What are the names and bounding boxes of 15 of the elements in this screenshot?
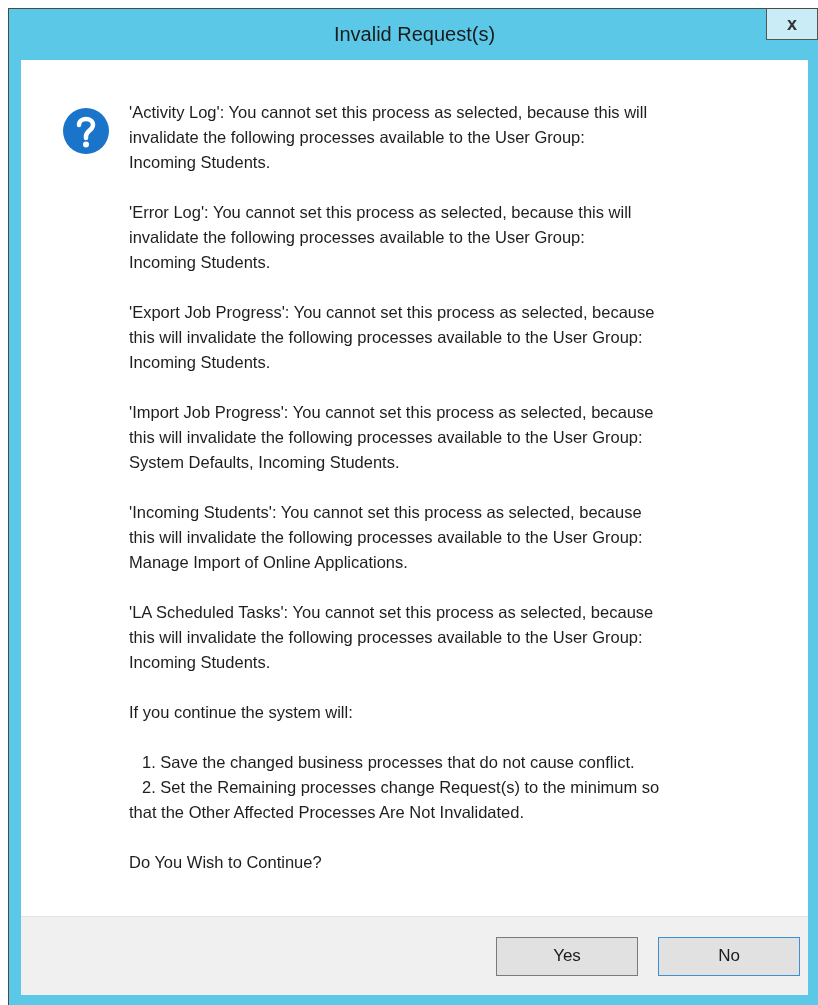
- question-text: Do You Wish to Continue?: [129, 852, 323, 873]
- question-icon: [62, 107, 110, 155]
- step-text: 1. Save the changed business processes that do not cause conflict.: [141, 752, 636, 773]
- step-text: 2. Set the Remaining processes change Request(s) to the minimum so that the Other Affected Processes Are Not Invalidated.: [129, 777, 660, 823]
- message-paragraph: 'Import Job Progress': You cannot set this process as selected, because this will invalidate the following processes available to the User Group: System Defaults, Incoming Students.: [129, 402, 655, 473]
- message-paragraph: 'Incoming Students': You cannot set this process as selected, because this will invalidate the following processes available to the User Group: Manage Import of Online Applications.: [129, 502, 644, 573]
- message-paragraph: 'Export Job Progress': You cannot set this process as selected, because this will invalidate the following processes available to the User Group: Incoming Students.: [129, 302, 656, 373]
- message-paragraph: 'LA Scheduled Tasks': You cannot set this process as selected, because this will invalidate the following processes available to the User Group: Incoming Students.: [129, 602, 655, 673]
- dialog-button[interactable]: Yes: [496, 936, 638, 976]
- dialog-button[interactable]: No: [658, 936, 800, 976]
- message-paragraph: 'Activity Log': You cannot set this process as selected, because this will invalidate the following processes available to the User Group: Incoming Students.: [129, 102, 649, 173]
- message-paragraph: 'Error Log': You cannot set this process as selected, because this will invalidate the following processes available to the User Group: Incoming Students.: [129, 202, 633, 273]
- window-title: Invalid Request(s): [333, 23, 496, 46]
- close-button[interactable]: x: [766, 9, 818, 40]
- message-intro: If you continue the system will:: [129, 702, 354, 723]
